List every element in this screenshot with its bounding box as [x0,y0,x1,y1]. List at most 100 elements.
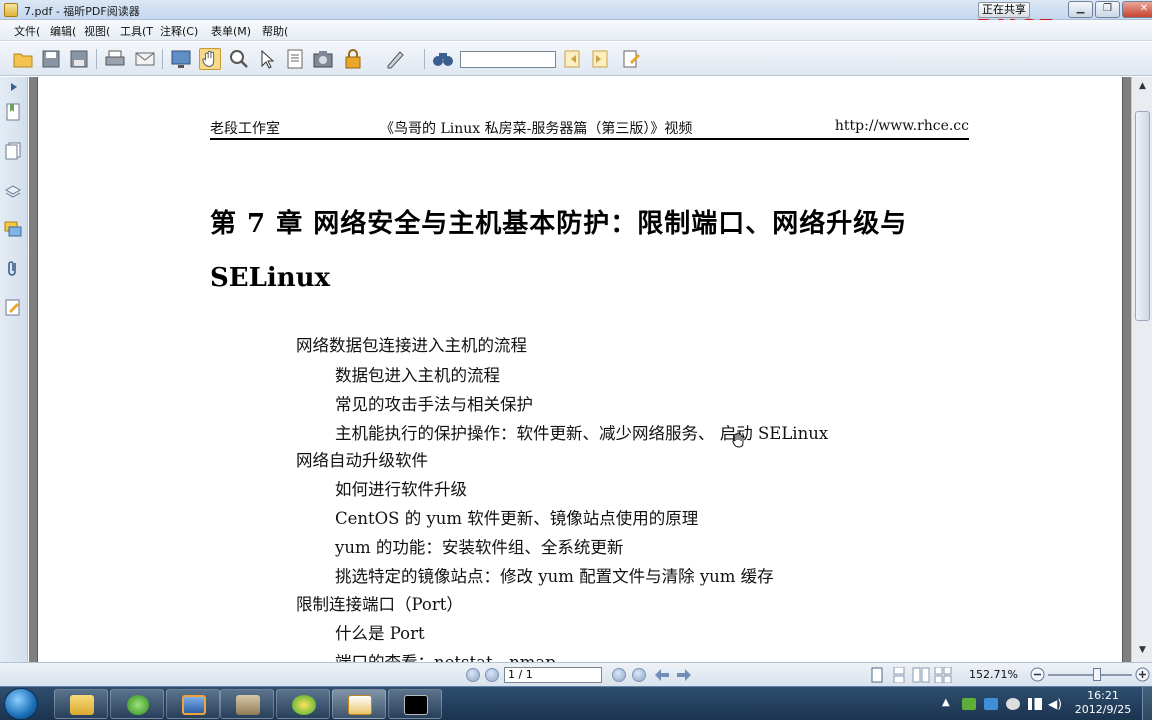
toc-item: 网络数据包连接进入主机的流程 [296,336,527,355]
bookmarks-icon[interactable] [4,103,22,121]
scroll-thumb[interactable] [1135,111,1150,321]
menu-help[interactable]: 帮助( [262,23,288,39]
restore-button[interactable]: ❐ [1095,1,1120,18]
zoom-in-icon[interactable] [1135,667,1150,682]
expand-panel-icon[interactable] [8,81,20,93]
network-icon[interactable] [1028,698,1042,710]
save-icon[interactable] [40,48,62,70]
comments-icon[interactable] [4,220,22,238]
clock-time: 16:21 [1087,689,1119,702]
signatures-icon[interactable] [4,298,22,316]
foxit-app-icon [4,3,18,17]
continuous-facing-view-icon[interactable] [934,667,952,683]
attachments-icon[interactable] [4,259,22,277]
taskbar-foxit-reader[interactable] [332,689,386,719]
header-book-title: 《鸟哥的 Linux 私房菜-服务器篇（第三版）》视频 [380,121,693,137]
tray-app-icon[interactable] [962,698,976,710]
zoom-slider-track[interactable] [1048,674,1132,676]
next-page-icon[interactable] [612,668,626,682]
scroll-up-arrow-icon[interactable]: ▲ [1135,81,1150,95]
hand-tool-icon[interactable] [199,48,221,70]
parrot-icon [292,695,316,715]
typewriter-icon[interactable] [384,48,406,70]
email-icon[interactable] [134,48,156,70]
last-page-icon[interactable] [632,668,646,682]
status-bar: 1 / 1 152.71% [0,662,1152,686]
menu-view[interactable]: 视图( [84,23,110,39]
scroll-down-arrow-icon[interactable]: ▼ [1135,645,1150,659]
toolbar [0,42,1152,76]
page-number-field[interactable]: 1 / 1 [504,667,602,683]
facing-view-icon[interactable] [912,667,930,683]
close-button[interactable]: ✕ [1122,1,1152,18]
toc-item: 限制连接端口（Port） [296,595,463,614]
open-icon[interactable] [12,48,34,70]
taskbar-archive[interactable] [220,689,274,719]
toc-item: 如何进行软件升级 [335,480,467,499]
menu-edit[interactable]: 编辑( [50,23,76,39]
zoom-level[interactable]: 152.71% [969,668,1018,681]
find-icon[interactable] [432,48,454,70]
taskbar-virtualbox[interactable] [166,689,220,719]
save-as-icon[interactable] [68,48,90,70]
virtualbox-icon [182,695,206,715]
toc-item: CentOS 的 yum 软件更新、镜像站点使用的原理 [335,509,699,528]
command-prompt-icon [404,695,428,715]
sync-icon [127,695,149,715]
find-input[interactable] [460,51,556,68]
taskbar-command-prompt[interactable] [388,689,442,719]
layers-icon[interactable] [4,181,22,199]
chat-icon[interactable] [1006,698,1020,710]
document-viewport[interactable]: 老段工作室 《鸟哥的 Linux 私房菜-服务器篇（第三版）》视频 http:/… [29,77,1131,672]
zoom-out-icon[interactable] [1030,667,1045,682]
tray-app-icon[interactable] [984,698,998,710]
forward-arrow-icon[interactable] [676,668,692,682]
hand-cursor-icon [732,432,744,448]
toc-item: 常见的攻击手法与相关保护 [335,395,533,414]
toc-item: 数据包进入主机的流程 [335,366,500,385]
snapshot-icon[interactable] [312,48,334,70]
system-clock[interactable]: 16:21 2012/9/25 [1068,689,1138,717]
vertical-scrollbar[interactable]: ▲ ▼ [1131,77,1152,662]
find-prev-icon[interactable] [561,48,583,70]
taskbar-sync[interactable] [110,689,164,719]
menu-file[interactable]: 文件( [14,23,40,39]
find-options-icon[interactable] [621,48,643,70]
find-next-icon[interactable] [589,48,611,70]
print-icon[interactable] [104,48,126,70]
window-title: 7.pdf - 福昕PDF阅读器 [24,5,140,18]
toolbar-separator [424,49,425,69]
pages-icon[interactable] [4,142,22,160]
header-rule [210,138,969,140]
windows-taskbar: ▲ ◀) 16:21 2012/9/25 [0,686,1152,720]
toc-item: 网络自动升级软件 [296,451,428,470]
single-page-view-icon[interactable] [868,667,886,683]
chapter-title: 第 7 章 网络安全与主机基本防护：限制端口、网络升级与 [210,209,908,239]
menu-tools[interactable]: 工具(T [120,23,153,39]
zoom-tool-icon[interactable] [228,48,250,70]
taskbar-explorer[interactable] [54,689,108,719]
fullscreen-icon[interactable] [170,48,192,70]
show-desktop-button[interactable] [1142,687,1152,720]
navigation-panel [0,77,28,662]
continuous-view-icon[interactable] [890,667,908,683]
first-page-icon[interactable] [466,668,480,682]
volume-icon[interactable]: ◀) [1048,697,1062,711]
zoom-slider-thumb[interactable] [1093,668,1101,681]
show-hidden-icons-icon[interactable]: ▲ [942,697,950,708]
toolbar-separator [96,49,97,69]
menu-bar: 文件( 编辑( 视图( 工具(T 注释(C) 表单(M) 帮助( [0,20,1152,41]
menu-comments[interactable]: 注释(C) [160,23,198,39]
select-icon[interactable] [256,48,278,70]
back-arrow-icon[interactable] [654,668,670,682]
rms-icon[interactable] [342,48,364,70]
chapter-title-continuation: SELinux [210,263,331,293]
taskbar-parrot-app[interactable] [276,689,330,719]
text-select-icon[interactable] [284,48,306,70]
previous-page-icon[interactable] [485,668,499,682]
start-button[interactable] [4,688,38,720]
archive-icon [236,695,260,715]
menu-forms[interactable]: 表单(M) [211,23,251,39]
foxit-reader-icon [348,695,372,715]
toc-item: 挑选特定的镜像站点：修改 yum 配置文件与清除 yum 缓存 [335,567,774,586]
